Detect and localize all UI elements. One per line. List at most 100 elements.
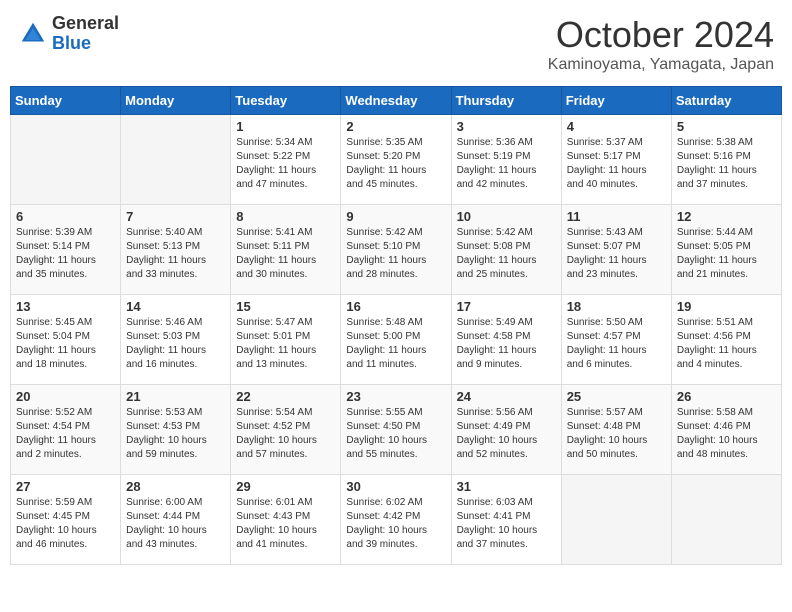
calendar-cell: 8 Sunrise: 5:41 AMSunset: 5:11 PMDaylight… <box>231 205 341 295</box>
day-number: 9 <box>346 209 445 224</box>
calendar-week-row: 1Sunrise: 5:34 AMSunset: 5:22 PMDaylight… <box>11 115 782 205</box>
calendar-day-header: Friday <box>561 87 671 115</box>
day-info: Sunrise: 6:03 AMSunset: 4:41 PMDaylight:… <box>457 496 556 552</box>
day-info: Sunrise: 5:47 AMSunset: 5:01 PMDaylight:… <box>236 316 335 372</box>
day-number: 12 <box>677 209 776 224</box>
day-number: 7 <box>126 209 225 224</box>
day-info: Sunrise: 6:02 AMSunset: 4:42 PMDaylight:… <box>346 496 445 552</box>
calendar-cell: 15 Sunrise: 5:47 AMSunset: 5:01 PMDayligh… <box>231 295 341 385</box>
day-number: 31 <box>457 479 556 494</box>
calendar-table: SundayMondayTuesdayWednesdayThursdayFrid… <box>10 86 782 565</box>
calendar-cell: 18 Sunrise: 5:50 AMSunset: 4:57 PMDayligh… <box>561 295 671 385</box>
day-info: Sunrise: 5:44 AMSunset: 5:05 PMDaylight:… <box>677 226 776 282</box>
day-number: 14 <box>126 299 225 314</box>
calendar-cell: 13 Sunrise: 5:45 AMSunset: 5:04 PMDayligh… <box>11 295 121 385</box>
calendar-cell: 10 Sunrise: 5:42 AMSunset: 5:08 PMDayligh… <box>451 205 561 295</box>
calendar-cell: 23Sunrise: 5:55 AMSunset: 4:50 PMDayligh… <box>341 385 451 475</box>
calendar-cell <box>121 115 231 205</box>
day-info: Sunrise: 5:46 AMSunset: 5:03 PMDaylight:… <box>126 316 225 372</box>
logo-text: General Blue <box>52 14 119 54</box>
calendar-week-row: 6 Sunrise: 5:39 AMSunset: 5:14 PMDaylight… <box>11 205 782 295</box>
calendar-cell: 4 Sunrise: 5:37 AMSunset: 5:17 PMDaylight… <box>561 115 671 205</box>
day-info: Sunrise: 5:53 AMSunset: 4:53 PMDaylight:… <box>126 406 225 462</box>
day-number: 29 <box>236 479 335 494</box>
day-number: 21 <box>126 389 225 404</box>
day-info: Sunrise: 5:45 AMSunset: 5:04 PMDaylight:… <box>16 316 115 372</box>
calendar-cell: 28Sunrise: 6:00 AMSunset: 4:44 PMDayligh… <box>121 475 231 565</box>
calendar-day-header: Saturday <box>671 87 781 115</box>
day-info: Sunrise: 5:42 AMSunset: 5:08 PMDaylight:… <box>457 226 556 282</box>
calendar-cell: 5Sunrise: 5:38 AMSunset: 5:16 PMDaylight… <box>671 115 781 205</box>
day-number: 15 <box>236 299 335 314</box>
day-number: 13 <box>16 299 115 314</box>
day-info: Sunrise: 5:59 AMSunset: 4:45 PMDaylight:… <box>16 496 115 552</box>
day-info: Sunrise: 6:01 AMSunset: 4:43 PMDaylight:… <box>236 496 335 552</box>
calendar-cell: 17 Sunrise: 5:49 AMSunset: 4:58 PMDayligh… <box>451 295 561 385</box>
calendar-cell: 31 Sunrise: 6:03 AMSunset: 4:41 PMDayligh… <box>451 475 561 565</box>
calendar-cell: 29 Sunrise: 6:01 AMSunset: 4:43 PMDayligh… <box>231 475 341 565</box>
day-info: Sunrise: 5:50 AMSunset: 4:57 PMDaylight:… <box>567 316 666 372</box>
calendar-cell: 27Sunrise: 5:59 AMSunset: 4:45 PMDayligh… <box>11 475 121 565</box>
day-info: Sunrise: 5:56 AMSunset: 4:49 PMDaylight:… <box>457 406 556 462</box>
day-number: 6 <box>16 209 115 224</box>
day-number: 10 <box>457 209 556 224</box>
calendar-cell: 14 Sunrise: 5:46 AMSunset: 5:03 PMDayligh… <box>121 295 231 385</box>
calendar-day-header: Monday <box>121 87 231 115</box>
calendar-cell: 19 Sunrise: 5:51 AMSunset: 4:56 PMDayligh… <box>671 295 781 385</box>
day-info: Sunrise: 5:57 AMSunset: 4:48 PMDaylight:… <box>567 406 666 462</box>
day-info: Sunrise: 5:35 AMSunset: 5:20 PMDaylight:… <box>346 136 445 192</box>
calendar-cell: 22Sunrise: 5:54 AMSunset: 4:52 PMDayligh… <box>231 385 341 475</box>
day-info: Sunrise: 5:55 AMSunset: 4:50 PMDaylight:… <box>346 406 445 462</box>
calendar-cell: 21 Sunrise: 5:53 AMSunset: 4:53 PMDayligh… <box>121 385 231 475</box>
day-info: Sunrise: 5:37 AMSunset: 5:17 PMDaylight:… <box>567 136 666 192</box>
calendar-cell <box>561 475 671 565</box>
calendar-week-row: 20 Sunrise: 5:52 AMSunset: 4:54 PMDayligh… <box>11 385 782 475</box>
calendar-cell: 25 Sunrise: 5:57 AMSunset: 4:48 PMDayligh… <box>561 385 671 475</box>
calendar-cell: 6 Sunrise: 5:39 AMSunset: 5:14 PMDaylight… <box>11 205 121 295</box>
day-number: 25 <box>567 389 666 404</box>
day-number: 30 <box>346 479 445 494</box>
day-info: Sunrise: 5:42 AMSunset: 5:10 PMDaylight:… <box>346 226 445 282</box>
day-number: 17 <box>457 299 556 314</box>
day-info: Sunrise: 5:52 AMSunset: 4:54 PMDaylight:… <box>16 406 115 462</box>
day-info: Sunrise: 5:48 AMSunset: 5:00 PMDaylight:… <box>346 316 445 372</box>
day-number: 8 <box>236 209 335 224</box>
calendar-cell: 30 Sunrise: 6:02 AMSunset: 4:42 PMDayligh… <box>341 475 451 565</box>
day-info: Sunrise: 5:49 AMSunset: 4:58 PMDaylight:… <box>457 316 556 372</box>
calendar-week-row: 27Sunrise: 5:59 AMSunset: 4:45 PMDayligh… <box>11 475 782 565</box>
calendar-cell: 11 Sunrise: 5:43 AMSunset: 5:07 PMDayligh… <box>561 205 671 295</box>
day-number: 28 <box>126 479 225 494</box>
calendar-cell: 12 Sunrise: 5:44 AMSunset: 5:05 PMDayligh… <box>671 205 781 295</box>
day-number: 11 <box>567 209 666 224</box>
location-title: Kaminoyama, Yamagata, Japan <box>548 56 774 74</box>
day-number: 18 <box>567 299 666 314</box>
calendar-header-row: SundayMondayTuesdayWednesdayThursdayFrid… <box>11 87 782 115</box>
calendar-cell: 7 Sunrise: 5:40 AMSunset: 5:13 PMDaylight… <box>121 205 231 295</box>
day-info: Sunrise: 5:58 AMSunset: 4:46 PMDaylight:… <box>677 406 776 462</box>
day-info: Sunrise: 5:51 AMSunset: 4:56 PMDaylight:… <box>677 316 776 372</box>
day-number: 22 <box>236 389 335 404</box>
day-number: 19 <box>677 299 776 314</box>
calendar-cell: 24Sunrise: 5:56 AMSunset: 4:49 PMDayligh… <box>451 385 561 475</box>
day-number: 2 <box>346 119 445 134</box>
day-number: 26 <box>677 389 776 404</box>
calendar-cell: 16Sunrise: 5:48 AMSunset: 5:00 PMDayligh… <box>341 295 451 385</box>
day-info: Sunrise: 5:43 AMSunset: 5:07 PMDaylight:… <box>567 226 666 282</box>
day-number: 20 <box>16 389 115 404</box>
day-info: Sunrise: 5:41 AMSunset: 5:11 PMDaylight:… <box>236 226 335 282</box>
calendar-cell: 26 Sunrise: 5:58 AMSunset: 4:46 PMDayligh… <box>671 385 781 475</box>
calendar-cell: 2 Sunrise: 5:35 AMSunset: 5:20 PMDaylight… <box>341 115 451 205</box>
day-info: Sunrise: 5:34 AMSunset: 5:22 PMDaylight:… <box>236 136 335 192</box>
day-info: Sunrise: 5:39 AMSunset: 5:14 PMDaylight:… <box>16 226 115 282</box>
day-info: Sunrise: 5:38 AMSunset: 5:16 PMDaylight:… <box>677 136 776 192</box>
day-info: Sunrise: 5:40 AMSunset: 5:13 PMDaylight:… <box>126 226 225 282</box>
calendar-cell: 9 Sunrise: 5:42 AMSunset: 5:10 PMDaylight… <box>341 205 451 295</box>
logo: General Blue <box>18 14 119 54</box>
logo-blue: Blue <box>52 34 119 54</box>
calendar-day-header: Wednesday <box>341 87 451 115</box>
day-number: 4 <box>567 119 666 134</box>
day-number: 3 <box>457 119 556 134</box>
page-header: General Blue October 2024 Kaminoyama, Ya… <box>10 10 782 78</box>
calendar-cell <box>671 475 781 565</box>
calendar-cell: 1Sunrise: 5:34 AMSunset: 5:22 PMDaylight… <box>231 115 341 205</box>
